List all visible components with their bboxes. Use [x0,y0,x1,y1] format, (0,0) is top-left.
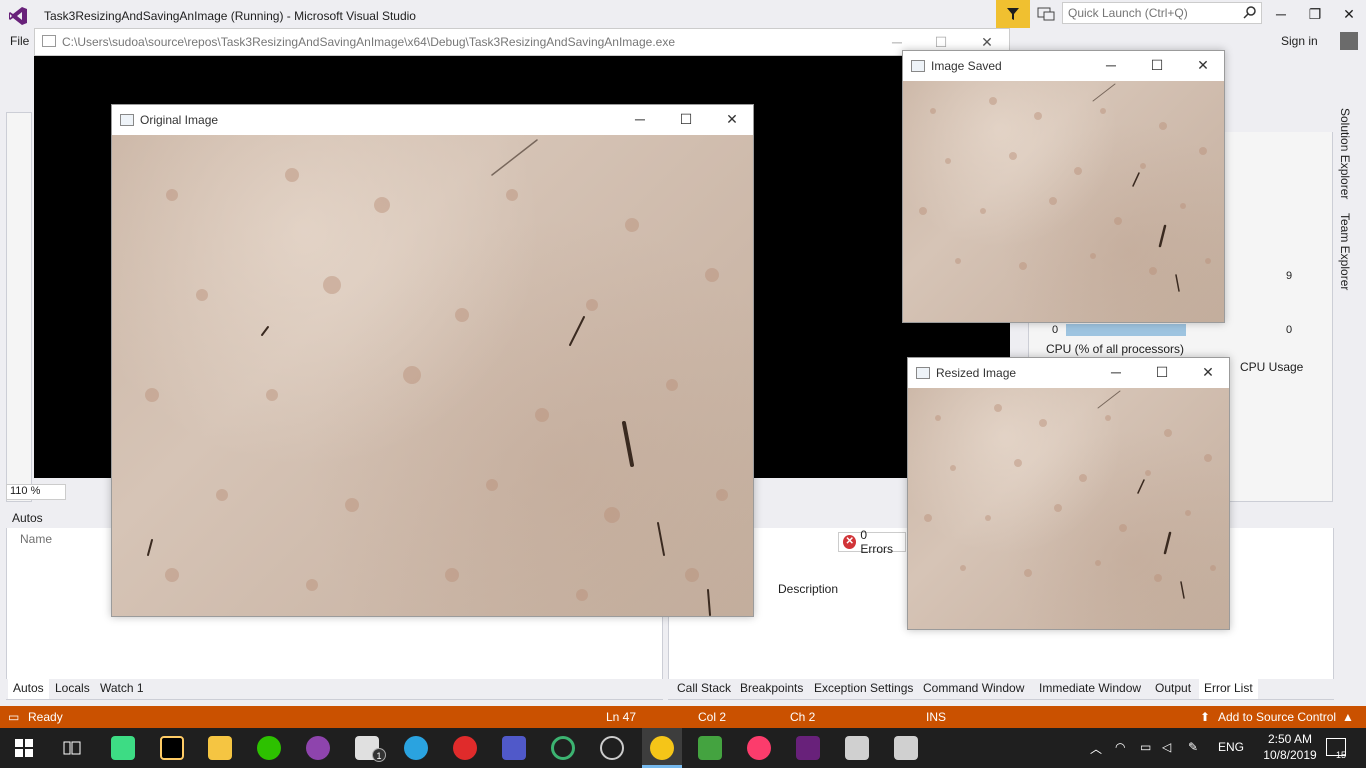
tab-error-list[interactable]: Error List [1199,679,1258,699]
skin-texture [145,139,728,616]
status-ready: Ready [28,710,63,724]
tab-output[interactable]: Output [1150,679,1196,699]
maximize-button[interactable]: ☐ [1145,57,1169,74]
graph-min-label: 0 [1286,324,1293,336]
tab-team-explorer[interactable]: Team Explorer [1338,213,1352,290]
up-arrow-icon: ⬆ [1200,710,1211,724]
feedback-icon[interactable] [1036,5,1056,23]
editor-left-strip [6,112,32,502]
status-column: Col 2 [698,710,727,724]
teams-icon[interactable] [502,736,526,760]
graph-max-label: 9 [1286,270,1293,282]
android-studio-icon[interactable] [111,736,135,760]
original-image-title: Original Image [140,113,219,127]
error-icon: ✕ [843,535,857,549]
graph-min-left-label: 0 [1052,324,1059,336]
description-column-header[interactable]: Description [772,580,844,598]
cpu-section-label[interactable]: CPU (% of all processors) [1046,342,1184,356]
window-app-icon [911,60,925,72]
tab-exception-settings[interactable]: Exception Settings [809,679,918,699]
status-char: Ch 2 [790,710,816,724]
close-button[interactable]: ✕ [1191,57,1215,74]
tab-breakpoints[interactable]: Breakpoints [735,679,808,699]
zoom-select[interactable]: 110 % [6,484,66,500]
running-app-icon[interactable] [650,736,674,760]
console-maximize-button[interactable]: ☐ [926,32,956,52]
window-title: Task3ResizingAndSavingAnImage (Running) … [44,9,416,23]
telegram-icon[interactable] [404,736,428,760]
file-explorer-icon[interactable] [208,736,232,760]
image-window-taskbar-icon[interactable] [894,736,918,760]
caret-up-icon: ▲ [1342,710,1354,724]
tab-solution-explorer[interactable]: Solution Explorer [1338,108,1352,199]
visual-studio-logo-icon [9,7,27,25]
yandex-browser-icon[interactable] [453,736,477,760]
task-view-icon[interactable] [62,738,82,758]
status-bar: ▭ Ready Ln 47 Col 2 Ch 2 INS ⬆ Add to So… [0,706,1366,728]
tab-cpu-usage[interactable]: CPU Usage [1240,360,1303,374]
vs-minimize-button[interactable]: ─ [1266,4,1296,24]
tab-watch-1[interactable]: Watch 1 [95,679,149,699]
visual-studio-taskbar-icon[interactable] [796,736,820,760]
windows-start-icon[interactable] [14,738,34,758]
status-icon: ▭ [8,710,20,724]
errors-count-label: 0 Errors [860,528,894,556]
utorrent-icon[interactable] [698,736,722,760]
autos-name-column-header[interactable]: Name [14,530,114,548]
original-skin-image [112,135,753,616]
resized-image-window[interactable]: Resized Image ─ ☐ ✕ [907,357,1230,630]
skin-texture [924,390,1216,599]
console-path: C:\Users\sudoa\source\repos\Task3Resizin… [62,35,676,49]
itunes-icon[interactable] [747,736,771,760]
original-image-window[interactable]: Original Image ─ ☐ ✕ [111,104,754,617]
tab-call-stack[interactable]: Call Stack [672,679,736,699]
window-app-icon [120,114,134,126]
sync-app-icon[interactable] [551,736,575,760]
search-icon[interactable] [1243,5,1257,19]
account-icon[interactable] [1340,32,1358,50]
filter-icon [1007,8,1019,20]
minimize-button[interactable]: ─ [628,111,652,127]
quick-launch-input[interactable] [1062,2,1262,24]
sign-in-link[interactable]: Sign in [1281,34,1318,48]
close-button[interactable]: ✕ [720,111,744,128]
image-saved-title: Image Saved [931,59,1002,73]
minimize-button[interactable]: ─ [1104,364,1128,380]
window-app-icon [916,367,930,379]
right-vertical-tabs: Solution Explorer Team Explorer [1338,108,1362,308]
console-app-icon [42,35,56,47]
wechat-icon[interactable] [257,736,281,760]
tab-autos[interactable]: Autos [8,679,49,699]
maximize-button[interactable]: ☐ [674,111,698,128]
web-icon[interactable] [600,736,624,760]
github-desktop-icon[interactable] [306,736,330,760]
menu-file[interactable]: File [10,34,29,48]
saved-skin-image [903,81,1224,322]
console-close-button[interactable]: ✕ [972,32,1002,52]
errors-filter-button[interactable]: ✕ 0 Errors [838,528,906,556]
tab-immediate-window[interactable]: Immediate Window [1034,679,1146,699]
resized-image-title: Resized Image [936,366,1017,380]
image-saved-window[interactable]: Image Saved ─ ☐ ✕ [902,50,1225,323]
resized-skin-image [908,388,1229,629]
console-taskbar-icon[interactable] [845,736,869,760]
mail-badge: 1 [372,748,386,762]
vs-restore-button[interactable]: ❐ [1300,4,1330,24]
vs-close-button[interactable]: ✕ [1334,4,1364,24]
tab-locals[interactable]: Locals [50,679,95,699]
status-insert-mode: INS [926,710,947,724]
skin-texture [919,83,1211,292]
minimize-button[interactable]: ─ [1099,57,1123,73]
status-line: Ln 47 [606,710,637,724]
intellij-icon[interactable] [160,736,184,760]
taskbar [0,728,1366,768]
tab-command-window[interactable]: Command Window [918,679,1029,699]
console-minimize-button[interactable]: ─ [882,32,912,52]
add-to-source-control-button[interactable]: Add to Source Control [1218,710,1336,724]
close-button[interactable]: ✕ [1196,364,1220,381]
notifications-filter-button[interactable] [996,0,1030,28]
maximize-button[interactable]: ☐ [1150,364,1174,381]
cpu-graph-bar [1066,324,1186,336]
